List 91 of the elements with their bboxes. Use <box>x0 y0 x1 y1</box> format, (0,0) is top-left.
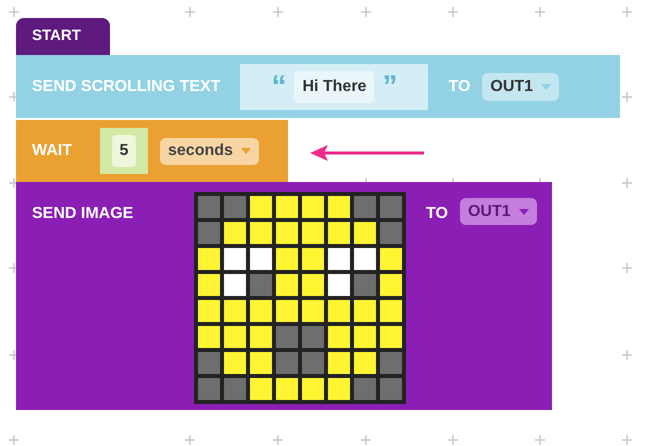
pixel[interactable] <box>224 352 246 374</box>
pixel[interactable] <box>198 326 220 348</box>
pixel[interactable] <box>354 222 376 244</box>
pixel[interactable] <box>224 248 246 270</box>
pixel[interactable] <box>302 326 324 348</box>
pixel[interactable] <box>250 326 272 348</box>
pixel[interactable] <box>276 196 298 218</box>
port-value: OUT1 <box>490 76 534 96</box>
arrow-icon <box>310 144 426 162</box>
pixel[interactable] <box>198 274 220 296</box>
pixel[interactable] <box>354 326 376 348</box>
pixel[interactable] <box>380 274 402 296</box>
quote-mark: “ <box>271 72 286 102</box>
pixel[interactable] <box>380 326 402 348</box>
wait-block[interactable]: WAIT 5 seconds <box>16 120 288 182</box>
pixel[interactable] <box>276 274 298 296</box>
pixel[interactable] <box>328 352 350 374</box>
pixel[interactable] <box>302 378 324 400</box>
pixel[interactable] <box>198 352 220 374</box>
pixel[interactable] <box>380 352 402 374</box>
send-text-block[interactable]: SEND SCROLLING TEXT “ Hi There ” TO OUT1 <box>16 55 620 118</box>
pixel[interactable] <box>224 222 246 244</box>
pixel[interactable] <box>198 378 220 400</box>
pixel[interactable] <box>302 274 324 296</box>
caret-icon <box>518 208 529 214</box>
pixel[interactable] <box>250 352 272 374</box>
pixel[interactable] <box>276 352 298 374</box>
port-value: OUT1 <box>468 202 511 222</box>
pixel[interactable] <box>354 274 376 296</box>
to-label: TO <box>426 204 448 224</box>
pixel[interactable] <box>328 326 350 348</box>
block-label: SEND SCROLLING TEXT <box>32 76 220 96</box>
pixel[interactable] <box>354 196 376 218</box>
caret-icon <box>541 84 552 90</box>
pixel[interactable] <box>302 222 324 244</box>
quote-mark: ” <box>382 72 398 102</box>
pixel[interactable] <box>328 300 350 322</box>
block-label: WAIT <box>32 141 72 161</box>
pixel[interactable] <box>380 222 402 244</box>
pixel[interactable] <box>380 378 402 400</box>
pixel[interactable] <box>250 196 272 218</box>
unit-value: seconds <box>168 141 233 161</box>
number-value: 5 <box>112 135 136 167</box>
block-label: SEND IMAGE <box>32 204 134 224</box>
pixel[interactable] <box>250 248 272 270</box>
pixel[interactable] <box>302 352 324 374</box>
send-image-block[interactable]: SEND IMAGE TO OUT1 <box>16 182 552 410</box>
pixel[interactable] <box>328 248 350 270</box>
pixel[interactable] <box>276 222 298 244</box>
pixel[interactable] <box>380 248 402 270</box>
pixel[interactable] <box>276 378 298 400</box>
to-label: TO <box>448 76 470 96</box>
pixel[interactable] <box>198 222 220 244</box>
caret-icon <box>240 148 251 154</box>
pixel-grid[interactable] <box>194 192 406 404</box>
port-dropdown[interactable]: OUT1 <box>460 198 537 225</box>
unit-dropdown[interactable]: seconds <box>160 138 259 164</box>
text-input-slot[interactable]: “ Hi There ” <box>240 64 428 110</box>
pixel[interactable] <box>198 196 220 218</box>
pixel[interactable] <box>354 352 376 374</box>
pixel[interactable] <box>302 248 324 270</box>
port-dropdown[interactable]: OUT1 <box>482 72 560 100</box>
pixel[interactable] <box>224 196 246 218</box>
pixel[interactable] <box>250 378 272 400</box>
pixel[interactable] <box>354 248 376 270</box>
pixel[interactable] <box>276 300 298 322</box>
pixel[interactable] <box>328 222 350 244</box>
number-input-slot[interactable]: 5 <box>100 128 148 174</box>
pixel[interactable] <box>328 274 350 296</box>
pixel[interactable] <box>380 300 402 322</box>
pixel[interactable] <box>328 196 350 218</box>
block-label: START <box>32 26 81 46</box>
text-value: Hi There <box>294 70 374 102</box>
pixel[interactable] <box>224 274 246 296</box>
pixel[interactable] <box>224 378 246 400</box>
pixel[interactable] <box>380 196 402 218</box>
start-block[interactable]: START <box>16 18 110 55</box>
pixel[interactable] <box>354 378 376 400</box>
pixel[interactable] <box>224 326 246 348</box>
pixel[interactable] <box>302 196 324 218</box>
pixel[interactable] <box>250 222 272 244</box>
pixel[interactable] <box>224 300 246 322</box>
pixel[interactable] <box>276 326 298 348</box>
pixel[interactable] <box>302 300 324 322</box>
pixel[interactable] <box>250 300 272 322</box>
pixel[interactable] <box>250 274 272 296</box>
pixel[interactable] <box>198 300 220 322</box>
pixel[interactable] <box>276 248 298 270</box>
pixel[interactable] <box>198 248 220 270</box>
pixel[interactable] <box>354 300 376 322</box>
pixel[interactable] <box>328 378 350 400</box>
